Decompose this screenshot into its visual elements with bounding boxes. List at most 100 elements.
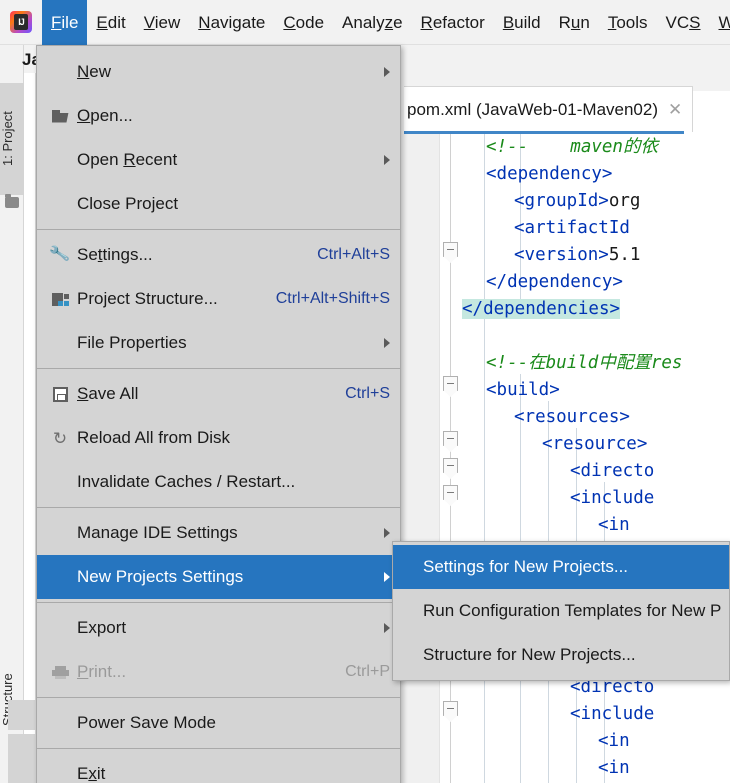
menu-item-label: Project Structure...: [73, 289, 260, 309]
code-line: <resource>: [542, 431, 647, 458]
menu-item-label: Settings...: [73, 245, 301, 265]
sidebar-tab-project[interactable]: 1: Project: [0, 83, 24, 195]
menu-item-label: New: [73, 62, 370, 82]
menu-edit[interactable]: Edit: [87, 0, 134, 45]
menu-item-exit[interactable]: Exit: [37, 752, 400, 783]
menu-item-label: Open Recent: [73, 150, 370, 170]
menu-vcs[interactable]: VCS: [657, 0, 710, 45]
chevron-right-icon: [384, 67, 390, 77]
menu-item-label: Print...: [73, 662, 329, 682]
code-fold-toggle-icon[interactable]: [443, 458, 458, 473]
menu-item-label: Manage IDE Settings: [73, 523, 370, 543]
code-fold-toggle-icon[interactable]: [443, 485, 458, 500]
menu-item-open-recent[interactable]: Open Recent: [37, 138, 400, 182]
menu-item-label: Export: [73, 618, 370, 638]
menu-separator: [37, 697, 400, 698]
project-tool-window: [24, 45, 36, 783]
code-fold-toggle-icon[interactable]: [443, 701, 458, 716]
folder-icon: [5, 197, 19, 208]
menu-item-save-all[interactable]: Save AllCtrl+S: [37, 372, 400, 416]
menu-file[interactable]: File: [42, 0, 87, 45]
code-fold-toggle-icon[interactable]: [443, 242, 458, 257]
code-line: <version>5.1: [514, 242, 640, 269]
code-line: <include: [570, 485, 654, 512]
menu-item-print: Print...Ctrl+P: [37, 650, 400, 694]
menu-separator: [37, 602, 400, 603]
code-line: <resources>: [514, 404, 630, 431]
indent-guide: [484, 134, 485, 783]
new-projects-settings-submenu: Settings for New Projects...Run Configur…: [392, 541, 730, 681]
menu-item-export[interactable]: Export: [37, 606, 400, 650]
menu-item-shortcut: Ctrl+P: [329, 663, 390, 681]
code-fold-toggle-icon[interactable]: [443, 431, 458, 446]
reload-icon: ↻: [53, 430, 67, 447]
menu-refactor[interactable]: Refactor: [412, 0, 494, 45]
print-icon: [52, 666, 69, 679]
editor-gutter[interactable]: [404, 134, 440, 783]
menu-item-shortcut: Ctrl+S: [329, 385, 390, 403]
menu-analyze[interactable]: Analyze: [333, 0, 412, 45]
menu-item-new-projects-settings[interactable]: New Projects Settings: [37, 555, 400, 599]
menu-item-shortcut: Ctrl+Alt+S: [301, 246, 390, 264]
menu-item-new[interactable]: New: [37, 50, 400, 94]
menu-window[interactable]: Window: [710, 0, 730, 45]
menu-item-label: Save All: [73, 384, 329, 404]
menu-item-label: Close Project: [73, 194, 390, 214]
menu-tools[interactable]: Tools: [599, 0, 657, 45]
editor-fold-column[interactable]: [440, 134, 462, 783]
chevron-right-icon: [384, 572, 390, 582]
menu-run[interactable]: Run: [550, 0, 599, 45]
code-line: <build>: [486, 377, 560, 404]
menu-item-label: Exit: [73, 764, 390, 783]
chevron-right-icon: [384, 528, 390, 538]
code-line: <groupId>org: [514, 188, 640, 215]
code-content[interactable]: <!-- maven的依<dependency><groupId>org<art…: [462, 134, 730, 783]
folder-icon: [52, 110, 69, 123]
menu-item-settings[interactable]: 🔧Settings...Ctrl+Alt+S: [37, 233, 400, 277]
save-icon: [53, 387, 68, 402]
menu-build[interactable]: Build: [494, 0, 550, 45]
menu-separator: [37, 368, 400, 369]
menu-separator: [37, 748, 400, 749]
code-line: </dependencies>: [462, 296, 620, 323]
intellij-idea-window: 1: Project Structure Ja pom.xml (JavaWeb…: [0, 0, 730, 783]
menu-item-invalidate-caches-restart[interactable]: Invalidate Caches / Restart...: [37, 460, 400, 504]
menu-navigate[interactable]: Navigate: [189, 0, 274, 45]
menu-view[interactable]: View: [135, 0, 190, 45]
code-fold-toggle-icon[interactable]: [443, 376, 458, 391]
submenu-item-run-configuration-templates-for-new-p[interactable]: Run Configuration Templates for New P: [393, 589, 729, 633]
editor-tab-label: pom.xml (JavaWeb-01-Maven02): [407, 100, 658, 120]
close-icon[interactable]: ✕: [668, 100, 682, 120]
menu-item-open[interactable]: Open...: [37, 94, 400, 138]
editor-tab-pom-xml[interactable]: pom.xml (JavaWeb-01-Maven02) ✕: [404, 86, 693, 132]
code-line: <directo: [570, 458, 654, 485]
code-line: <artifactId: [514, 215, 630, 242]
main-menu-bar: IJ FileEditViewNavigateCodeAnalyzeRefact…: [0, 0, 730, 45]
code-line: <include: [570, 701, 654, 728]
submenu-item-settings-for-new-projects[interactable]: Settings for New Projects...: [393, 545, 729, 589]
chevron-right-icon: [384, 623, 390, 633]
menu-item-power-save-mode[interactable]: Power Save Mode: [37, 701, 400, 745]
code-line: </dependency>: [486, 269, 623, 296]
menu-item-project-structure[interactable]: Project Structure...Ctrl+Alt+Shift+S: [37, 277, 400, 321]
code-line: <in: [598, 728, 630, 755]
menu-item-file-properties[interactable]: File Properties: [37, 321, 400, 365]
menu-code[interactable]: Code: [274, 0, 333, 45]
menu-item-reload-all-from-disk[interactable]: ↻ Reload All from Disk: [37, 416, 400, 460]
menu-item-label: File Properties: [73, 333, 370, 353]
left-tool-strip: 1: Project Structure: [0, 45, 24, 783]
code-line: <dependency>: [486, 161, 612, 188]
menu-separator: [37, 507, 400, 508]
menu-item-close-project[interactable]: Close Project: [37, 182, 400, 226]
project-structure-icon: [52, 292, 69, 306]
menu-item-manage-ide-settings[interactable]: Manage IDE Settings: [37, 511, 400, 555]
submenu-item-structure-for-new-projects[interactable]: Structure for New Projects...: [393, 633, 729, 677]
menu-item-label: New Projects Settings: [73, 567, 370, 587]
menu-item-label: Power Save Mode: [73, 713, 390, 733]
menu-item-label: Reload All from Disk: [73, 428, 390, 448]
menu-separator: [37, 229, 400, 230]
intellij-idea-logo-icon: IJ: [8, 9, 34, 35]
code-line: <in: [598, 512, 630, 539]
menu-item-label: Open...: [73, 106, 390, 126]
editor-tab-bar: [404, 45, 730, 91]
